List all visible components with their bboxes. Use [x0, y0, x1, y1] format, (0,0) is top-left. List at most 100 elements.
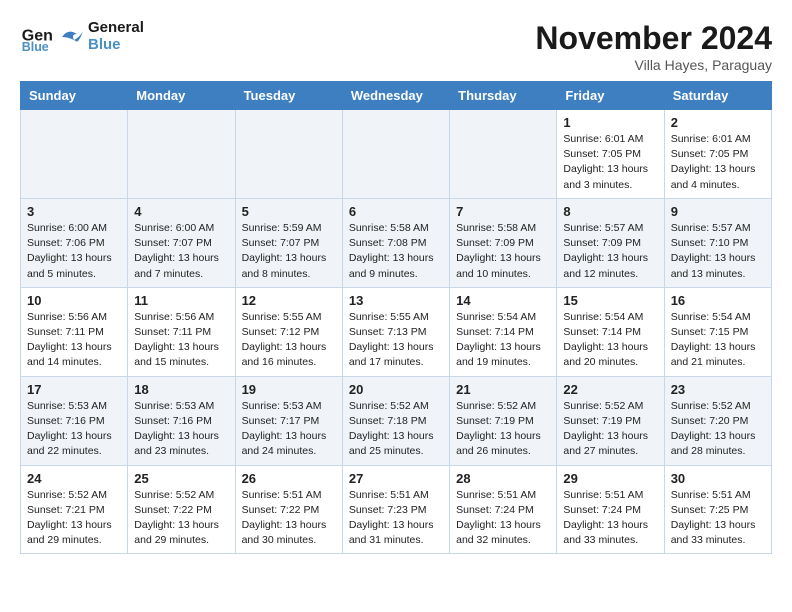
calendar-cell: 3 Sunrise: 6:00 AM Sunset: 7:06 PM Daylig…: [21, 198, 128, 287]
day-info: Sunrise: 5:51 AM Sunset: 7:25 PM Dayligh…: [671, 488, 765, 549]
day-info: Sunrise: 5:51 AM Sunset: 7:24 PM Dayligh…: [563, 488, 657, 549]
day-number: 6: [349, 204, 443, 219]
calendar-cell: 18Sunrise: 5:53 AM Sunset: 7:16 PM Dayli…: [128, 376, 235, 465]
day-info: Sunrise: 5:54 AM Sunset: 7:15 PM Dayligh…: [671, 310, 765, 371]
day-info: Sunrise: 5:52 AM Sunset: 7:21 PM Dayligh…: [27, 488, 121, 549]
calendar-cell: [128, 110, 235, 199]
svg-text:Blue: Blue: [22, 40, 49, 53]
calendar-cell: [235, 110, 342, 199]
day-info: Sunrise: 5:59 AM Sunset: 7:07 PM Dayligh…: [242, 221, 336, 282]
day-info: Sunrise: 5:52 AM Sunset: 7:19 PM Dayligh…: [456, 399, 550, 460]
weekday-header: Tuesday: [235, 82, 342, 110]
calendar-week-row: 3 Sunrise: 6:00 AM Sunset: 7:06 PM Daylig…: [21, 198, 772, 287]
day-number: 17: [27, 382, 121, 397]
day-info: Sunrise: 5:54 AM Sunset: 7:14 PM Dayligh…: [456, 310, 550, 371]
day-info: Sunrise: 5:53 AM Sunset: 7:16 PM Dayligh…: [27, 399, 121, 460]
day-number: 12: [242, 293, 336, 308]
day-info: Sunrise: 5:52 AM Sunset: 7:20 PM Dayligh…: [671, 399, 765, 460]
weekday-header: Saturday: [664, 82, 771, 110]
day-info: Sunrise: 6:00 AM Sunset: 7:07 PM Dayligh…: [134, 221, 228, 282]
calendar-cell: 7 Sunrise: 5:58 AM Sunset: 7:09 PM Daylig…: [450, 198, 557, 287]
day-number: 3: [27, 204, 121, 219]
calendar-week-row: 24 Sunrise: 5:52 AM Sunset: 7:21 PM Dayli…: [21, 465, 772, 554]
day-number: 13: [349, 293, 443, 308]
day-number: 1: [563, 115, 657, 130]
calendar-cell: 6 Sunrise: 5:58 AM Sunset: 7:08 PM Daylig…: [342, 198, 449, 287]
day-number: 22: [563, 382, 657, 397]
calendar-cell: 19 Sunrise: 5:53 AM Sunset: 7:17 PM Dayli…: [235, 376, 342, 465]
day-number: 23: [671, 382, 765, 397]
day-info: Sunrise: 5:58 AM Sunset: 7:09 PM Dayligh…: [456, 221, 550, 282]
calendar-week-row: 1 Sunrise: 6:01 AM Sunset: 7:05 PM Daylig…: [21, 110, 772, 199]
calendar-cell: 25Sunrise: 5:52 AM Sunset: 7:22 PM Dayli…: [128, 465, 235, 554]
day-info: Sunrise: 5:51 AM Sunset: 7:23 PM Dayligh…: [349, 488, 443, 549]
day-info: Sunrise: 5:57 AM Sunset: 7:10 PM Dayligh…: [671, 221, 765, 282]
day-number: 2: [671, 115, 765, 130]
calendar-cell: 4 Sunrise: 6:00 AM Sunset: 7:07 PM Daylig…: [128, 198, 235, 287]
day-number: 21: [456, 382, 550, 397]
calendar-cell: 27Sunrise: 5:51 AM Sunset: 7:23 PM Dayli…: [342, 465, 449, 554]
calendar-cell: [342, 110, 449, 199]
day-info: Sunrise: 5:57 AM Sunset: 7:09 PM Dayligh…: [563, 221, 657, 282]
month-title: November 2024: [535, 20, 772, 57]
location-subtitle: Villa Hayes, Paraguay: [535, 57, 772, 73]
calendar-cell: 26 Sunrise: 5:51 AM Sunset: 7:22 PM Dayli…: [235, 465, 342, 554]
day-number: 10: [27, 293, 121, 308]
day-info: Sunrise: 6:01 AM Sunset: 7:05 PM Dayligh…: [671, 132, 765, 193]
day-number: 18: [134, 382, 228, 397]
bird-logo-icon: [56, 22, 86, 52]
day-info: Sunrise: 5:53 AM Sunset: 7:17 PM Dayligh…: [242, 399, 336, 460]
day-number: 26: [242, 471, 336, 486]
day-info: Sunrise: 5:51 AM Sunset: 7:24 PM Dayligh…: [456, 488, 550, 549]
day-info: Sunrise: 5:55 AM Sunset: 7:13 PM Dayligh…: [349, 310, 443, 371]
calendar-cell: 24 Sunrise: 5:52 AM Sunset: 7:21 PM Dayli…: [21, 465, 128, 554]
calendar-cell: 23 Sunrise: 5:52 AM Sunset: 7:20 PM Dayli…: [664, 376, 771, 465]
calendar-cell: [21, 110, 128, 199]
day-number: 14: [456, 293, 550, 308]
calendar-cell: 9 Sunrise: 5:57 AM Sunset: 7:10 PM Daylig…: [664, 198, 771, 287]
calendar-week-row: 17 Sunrise: 5:53 AM Sunset: 7:16 PM Dayli…: [21, 376, 772, 465]
calendar-cell: 12Sunrise: 5:55 AM Sunset: 7:12 PM Dayli…: [235, 287, 342, 376]
calendar-week-row: 10 Sunrise: 5:56 AM Sunset: 7:11 PM Dayli…: [21, 287, 772, 376]
day-number: 20: [349, 382, 443, 397]
title-block: November 2024 Villa Hayes, Paraguay: [535, 20, 772, 73]
calendar-cell: 22 Sunrise: 5:52 AM Sunset: 7:19 PM Dayli…: [557, 376, 664, 465]
calendar-cell: 13 Sunrise: 5:55 AM Sunset: 7:13 PM Dayli…: [342, 287, 449, 376]
day-number: 4: [134, 204, 228, 219]
weekday-header: Friday: [557, 82, 664, 110]
day-number: 28: [456, 471, 550, 486]
day-number: 24: [27, 471, 121, 486]
day-info: Sunrise: 5:52 AM Sunset: 7:19 PM Dayligh…: [563, 399, 657, 460]
day-info: Sunrise: 6:01 AM Sunset: 7:05 PM Dayligh…: [563, 132, 657, 193]
day-number: 9: [671, 204, 765, 219]
day-number: 29: [563, 471, 657, 486]
calendar-cell: 2 Sunrise: 6:01 AM Sunset: 7:05 PM Daylig…: [664, 110, 771, 199]
page-header: General Blue General Blue November 2024 …: [20, 20, 772, 73]
calendar-cell: 1 Sunrise: 6:01 AM Sunset: 7:05 PM Daylig…: [557, 110, 664, 199]
calendar-cell: 28 Sunrise: 5:51 AM Sunset: 7:24 PM Dayli…: [450, 465, 557, 554]
day-number: 19: [242, 382, 336, 397]
day-number: 7: [456, 204, 550, 219]
day-info: Sunrise: 5:58 AM Sunset: 7:08 PM Dayligh…: [349, 221, 443, 282]
day-info: Sunrise: 5:52 AM Sunset: 7:22 PM Dayligh…: [134, 488, 228, 549]
calendar-cell: 20 Sunrise: 5:52 AM Sunset: 7:18 PM Dayli…: [342, 376, 449, 465]
weekday-header: Monday: [128, 82, 235, 110]
day-info: Sunrise: 5:56 AM Sunset: 7:11 PM Dayligh…: [27, 310, 121, 371]
day-number: 16: [671, 293, 765, 308]
weekday-header: Thursday: [450, 82, 557, 110]
day-number: 30: [671, 471, 765, 486]
day-info: Sunrise: 6:00 AM Sunset: 7:06 PM Dayligh…: [27, 221, 121, 282]
calendar-cell: [450, 110, 557, 199]
day-info: Sunrise: 5:52 AM Sunset: 7:18 PM Dayligh…: [349, 399, 443, 460]
calendar-cell: 14 Sunrise: 5:54 AM Sunset: 7:14 PM Dayli…: [450, 287, 557, 376]
day-number: 8: [563, 204, 657, 219]
calendar-cell: 10 Sunrise: 5:56 AM Sunset: 7:11 PM Dayli…: [21, 287, 128, 376]
day-number: 11: [134, 293, 228, 308]
logo-blue: Blue: [88, 37, 144, 54]
calendar-cell: 21 Sunrise: 5:52 AM Sunset: 7:19 PM Dayli…: [450, 376, 557, 465]
logo: General Blue General Blue: [20, 20, 144, 53]
day-info: Sunrise: 5:51 AM Sunset: 7:22 PM Dayligh…: [242, 488, 336, 549]
calendar-cell: 29 Sunrise: 5:51 AM Sunset: 7:24 PM Dayli…: [557, 465, 664, 554]
calendar-cell: 8 Sunrise: 5:57 AM Sunset: 7:09 PM Daylig…: [557, 198, 664, 287]
calendar-cell: 16 Sunrise: 5:54 AM Sunset: 7:15 PM Dayli…: [664, 287, 771, 376]
